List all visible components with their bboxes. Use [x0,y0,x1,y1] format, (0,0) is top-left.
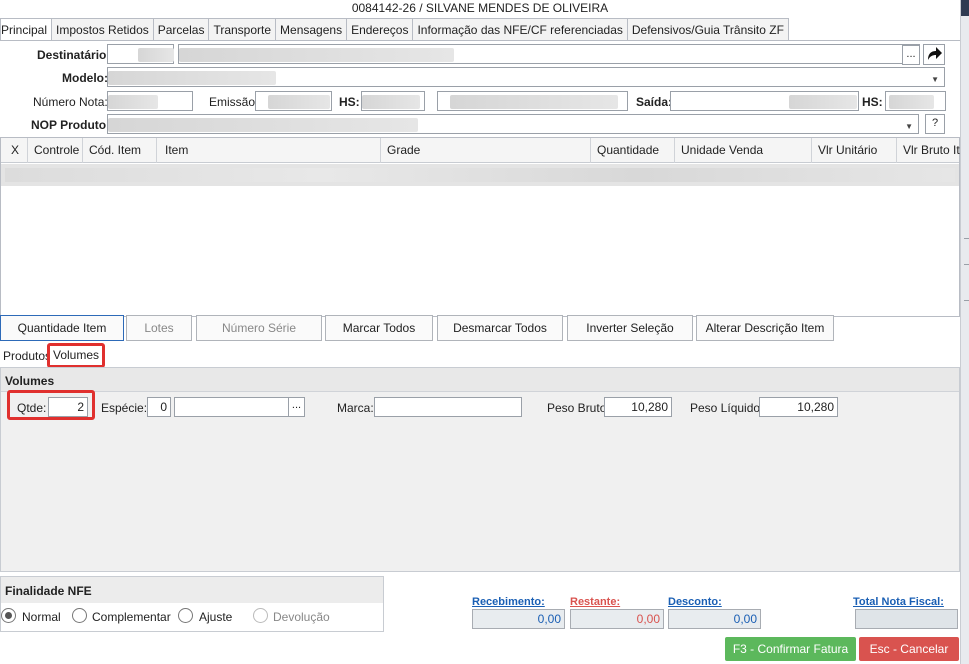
destinatario-code-field[interactable] [107,44,174,64]
col-vlr-bruto[interactable]: Vlr Bruto Ite [896,138,960,163]
desconto-field[interactable]: 0,00 [668,609,761,629]
finalidade-nfe-group: Finalidade NFE Normal Complementar Ajust… [0,576,384,632]
volumes-section-title: Volumes [1,368,959,392]
grid-header: X Controle Cód. Item Item Grade Quantida… [1,138,960,163]
radio-ajuste-label: Ajuste [199,610,233,624]
radio-devolucao[interactable] [253,608,268,623]
qtde-label: Qtde: [17,401,47,415]
tab-impostos-retidos[interactable]: Impostos Retidos [51,18,154,40]
emissao-field[interactable] [255,91,332,111]
restante-field: 0,00 [570,609,664,629]
emissao-extra-field[interactable] [437,91,628,111]
alterar-descricao-button[interactable]: Alterar Descrição Item [696,315,834,341]
radio-complementar[interactable] [72,608,87,623]
chevron-down-icon: ▼ [905,122,913,131]
peso-liquido-label: Peso Líquido: [690,401,764,415]
finalidade-title: Finalidade NFE [1,577,383,603]
chevron-down-icon: ▼ [931,75,939,84]
cancelar-button[interactable]: Esc - Cancelar [859,637,959,661]
tab-mensagens[interactable]: Mensagens [275,18,348,40]
items-grid[interactable]: X Controle Cód. Item Item Grade Quantida… [0,137,960,317]
col-controle[interactable]: Controle [27,138,82,163]
especie-label: Espécie: [101,401,148,415]
background-window-edge [960,0,969,664]
total-nota-fiscal-label: Total Nota Fiscal: [853,596,944,608]
qtde-field[interactable]: 2 [48,397,88,417]
col-vlr-unitario[interactable]: Vlr Unitário [811,138,896,163]
destinatario-label: Destinatário: [37,48,111,62]
inverter-selecao-button[interactable]: Inverter Seleção [567,315,693,341]
radio-complementar-label: Complementar [92,610,171,624]
numero-nota-label: Número Nota: [33,95,108,109]
desmarcar-todos-button[interactable]: Desmarcar Todos [437,315,563,341]
modelo-label: Modelo: [62,71,108,85]
hs2-field[interactable] [885,91,946,111]
confirmar-fatura-button[interactable]: F3 - Confirmar Fatura [725,637,856,661]
tab-parcelas[interactable]: Parcelas [152,18,210,40]
hs-label: HS: [339,95,360,109]
numero-serie-button[interactable]: Número Série [196,315,322,341]
numero-nota-field[interactable] [107,91,193,111]
peso-bruto-field[interactable]: 10,280 [604,397,672,417]
peso-bruto-label: Peso Bruto: [547,401,610,415]
quantidade-item-button[interactable]: Quantidade Item [0,315,124,341]
radio-ajuste[interactable] [178,608,193,623]
window-title: 0084142-26 / SILVANE MENDES DE OLIVEIRA [351,1,609,15]
desconto-label: Desconto: [668,596,722,608]
col-cod-item[interactable]: Cód. Item [82,138,156,163]
col-grade[interactable]: Grade [380,138,590,163]
saida-label: Saída: [636,95,673,109]
hs2-label: HS: [862,95,883,109]
restante-label: Restante: [570,596,621,608]
nop-produto-label: NOP Produto: [31,118,111,132]
forward-arrow-icon[interactable] [923,44,945,65]
emissao-label: Emissão: [209,95,259,109]
radio-devolucao-label: Devolução [273,610,330,624]
modelo-select[interactable]: ▼ [107,67,945,87]
lotes-button[interactable]: Lotes [126,315,192,341]
tab-principal[interactable]: Principal [0,18,53,41]
recebimento-label: Recebimento: [472,596,545,608]
especie-code-field[interactable]: 0 [147,397,171,417]
tab-transporte[interactable]: Transporte [208,18,277,40]
subtab-produtos[interactable]: Produtos [0,346,54,366]
marca-field[interactable] [374,397,522,417]
col-x[interactable]: X [5,138,27,163]
tab-defensivos[interactable]: Defensivos/Guia Trânsito ZF [626,18,789,40]
especie-lookup-button[interactable]: ... [288,398,304,416]
nop-produto-select[interactable]: ▼ [107,114,919,134]
total-nota-fiscal-field [855,609,958,629]
table-row[interactable] [1,164,959,186]
saida-field[interactable] [670,91,859,111]
col-unidade-venda[interactable]: Unidade Venda [674,138,811,163]
hs-field[interactable] [361,91,425,111]
marca-label: Marca: [337,401,374,415]
marcar-todos-button[interactable]: Marcar Todos [325,315,433,341]
col-item[interactable]: Item [156,138,380,163]
destinatario-lookup-button[interactable]: ... [902,45,920,65]
tab-nfe-referenciadas[interactable]: Informação das NFE/CF referenciadas [412,18,628,40]
destinatario-name-field[interactable] [178,44,920,64]
tab-divider [0,40,960,41]
help-button[interactable]: ? [925,114,945,134]
subtab-volumes[interactable]: Volumes [47,343,106,368]
radio-normal[interactable] [1,608,16,623]
main-tabs: Principal Impostos Retidos Parcelas Tran… [0,18,789,41]
radio-normal-label: Normal [22,610,61,624]
especie-desc-field[interactable] [174,397,305,417]
col-quantidade[interactable]: Quantidade [590,138,674,163]
peso-liquido-field[interactable]: 10,280 [759,397,838,417]
tab-enderecos[interactable]: Endereços [346,18,414,40]
recebimento-field: 0,00 [472,609,565,629]
